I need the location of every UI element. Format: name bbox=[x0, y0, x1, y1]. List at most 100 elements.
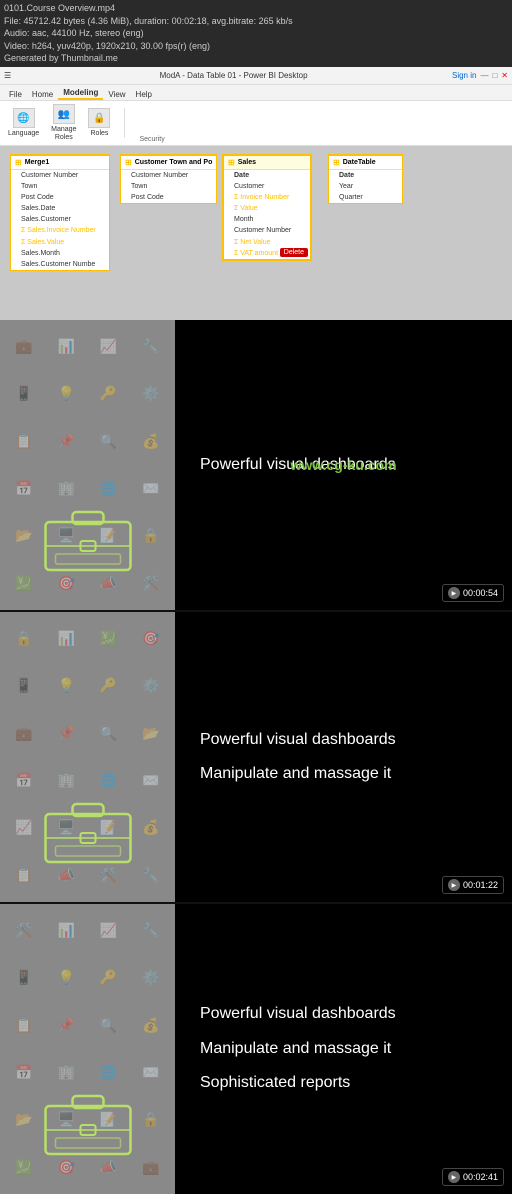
icon-cell: ✉️ bbox=[131, 1050, 171, 1095]
ribbon-tabs: File Home Modeling View Help bbox=[0, 85, 512, 101]
icon-cell: 🔑 bbox=[89, 371, 129, 416]
briefcase-svg bbox=[40, 500, 135, 575]
language-label: Language bbox=[8, 130, 39, 137]
panel-2-text-1: Powerful visual dashboards bbox=[200, 729, 487, 751]
panel-3-text-1: Powerful visual dashboards bbox=[200, 1003, 487, 1025]
table-customer-town: Customer Town and Po Customer Number Tow… bbox=[120, 154, 217, 204]
powerbi-app: ☰ ModA - Data Table 01 - Power BI Deskto… bbox=[0, 67, 512, 320]
icon-cell: 📱 bbox=[4, 371, 44, 416]
icon-cell: ⚙️ bbox=[131, 955, 171, 1000]
icon-cell: 🔑 bbox=[89, 955, 129, 1000]
panel-2-timestamp: ▶ 00:01:22 bbox=[442, 876, 504, 894]
icon-cell: 🔒 bbox=[4, 616, 44, 661]
audio-info: Audio: aac, 44100 Hz, stereo (eng) bbox=[4, 27, 508, 40]
sign-in-link[interactable]: Sign in bbox=[452, 71, 476, 80]
ribbon: 🌐 Language 👥 ManageRoles 🔒 Roles Securit… bbox=[0, 101, 512, 146]
panels-container: 💼 📊 📈 🔧 📱 💡 🔑 ⚙️ 📋 📌 🔍 💰 📅 🏢 🌐 ✉️ 📂 🖥️ � bbox=[0, 320, 512, 1194]
tab-view[interactable]: View bbox=[103, 89, 130, 100]
manage-roles-icon[interactable]: 👥 bbox=[53, 104, 75, 124]
video-codec-info: Video: h264, yuv420p, 1920x210, 30.00 fp… bbox=[4, 40, 508, 53]
table-sales: Sales Date Customer Σ Invoice Number Σ V… bbox=[222, 154, 312, 261]
icon-cell: 🔧 bbox=[131, 853, 171, 898]
panel-3-right: Powerful visual dashboards Manipulate an… bbox=[175, 904, 512, 1194]
video-player: 0101.Course Overview.mp4 File: 45712.42 … bbox=[0, 0, 512, 320]
play-icon-2: ▶ bbox=[448, 879, 460, 891]
panel-3-text-3: Sophisticated reports bbox=[200, 1072, 487, 1094]
icon-cell: 💡 bbox=[46, 663, 86, 708]
close-button[interactable]: ✕ bbox=[501, 71, 508, 80]
app-titlebar: ☰ ModA - Data Table 01 - Power BI Deskto… bbox=[0, 67, 512, 85]
icon-cell: ⚙️ bbox=[131, 371, 171, 416]
tab-help[interactable]: Help bbox=[131, 89, 157, 100]
security-label: Security bbox=[139, 136, 164, 145]
panel-3-timestamp: ▶ 00:02:41 bbox=[442, 1168, 504, 1186]
timestamp-text: 00:00:54 bbox=[463, 588, 498, 598]
panel-1-right: Powerful visual dashboards www.cg-ku.com… bbox=[175, 320, 512, 610]
timestamp-text-2: 00:01:22 bbox=[463, 880, 498, 890]
icon-cell: 🔒 bbox=[131, 1097, 171, 1142]
icon-cell: 📌 bbox=[46, 1003, 86, 1048]
icon-cell: 📌 bbox=[46, 711, 86, 756]
app-menu[interactable]: ☰ bbox=[4, 71, 11, 80]
icon-cell: 📱 bbox=[4, 663, 44, 708]
roles-icon[interactable]: 🔒 bbox=[88, 108, 110, 128]
panel-1-left: 💼 📊 📈 🔧 📱 💡 🔑 ⚙️ 📋 📌 🔍 💰 📅 🏢 🌐 ✉️ 📂 🖥️ � bbox=[0, 320, 175, 610]
icon-cell: 🔍 bbox=[89, 1003, 129, 1048]
panel-2-left: 🔒 📊 💹 🎯 📱 💡 🔑 ⚙️ 💼 📌 🔍 📂 📅 🏢 🌐 ✉️ 📈 🖥️ � bbox=[0, 612, 175, 902]
titlebar-controls: Sign in — □ ✕ bbox=[452, 71, 508, 80]
briefcase-illustration bbox=[40, 500, 135, 580]
icon-cell: 📈 bbox=[89, 908, 129, 953]
icon-cell: 📅 bbox=[4, 466, 44, 511]
maximize-button[interactable]: □ bbox=[492, 71, 497, 80]
delete-button[interactable]: Delete bbox=[280, 248, 308, 257]
play-icon: ▶ bbox=[448, 587, 460, 599]
icon-cell: 💰 bbox=[131, 1003, 171, 1048]
icon-cell: 📊 bbox=[46, 616, 86, 661]
ribbon-group-roles: 🔒 Roles bbox=[88, 108, 110, 137]
icon-cell: 💼 bbox=[4, 324, 44, 369]
icon-cell: 📊 bbox=[46, 324, 86, 369]
icon-cell: 📈 bbox=[4, 805, 44, 850]
icon-cell: 💼 bbox=[131, 1145, 171, 1190]
icon-cell: ⚙️ bbox=[131, 663, 171, 708]
minimize-button[interactable]: — bbox=[480, 71, 488, 80]
timestamp-text-3: 00:02:41 bbox=[463, 1172, 498, 1182]
icon-cell: 💼 bbox=[4, 711, 44, 756]
language-icon[interactable]: 🌐 bbox=[13, 108, 35, 128]
tab-home[interactable]: Home bbox=[27, 89, 58, 100]
icon-cell: 📋 bbox=[4, 419, 44, 464]
icon-cell: 💰 bbox=[131, 805, 171, 850]
icon-cell: 📂 bbox=[4, 513, 44, 558]
file-info: 0101.Course Overview.mp4 bbox=[4, 2, 508, 15]
table-customer-town-header: Customer Town and Po bbox=[121, 156, 216, 170]
icon-cell: ✉️ bbox=[131, 466, 171, 511]
table-date: DateTable Date Year Quarter bbox=[328, 154, 403, 204]
table-merge1: Merge1 Customer Number Town Post Code Sa… bbox=[10, 154, 110, 271]
table-sales-header: Sales bbox=[224, 156, 310, 170]
video-info-bar: 0101.Course Overview.mp4 File: 45712.42 … bbox=[0, 0, 512, 67]
icon-cell: 📋 bbox=[4, 853, 44, 898]
icon-cell: ✉️ bbox=[131, 758, 171, 803]
panel-3: 🛠️ 📊 📈 🔧 📱 💡 🔑 ⚙️ 📋 📌 🔍 💰 📅 🏢 🌐 ✉️ 📂 🖥️ bbox=[0, 904, 512, 1194]
panel-2-right: Powerful visual dashboards Manipulate an… bbox=[175, 612, 512, 902]
manage-roles-label: ManageRoles bbox=[51, 126, 76, 141]
table-date-header: DateTable bbox=[329, 156, 402, 170]
watermark: www.cg-ku.com bbox=[290, 457, 396, 473]
ribbon-group-manage-roles: 👥 ManageRoles bbox=[51, 104, 76, 141]
icon-cell: 💡 bbox=[46, 955, 86, 1000]
panel-2-text-2: Manipulate and massage it bbox=[200, 763, 487, 785]
tab-modeling[interactable]: Modeling bbox=[58, 87, 103, 100]
icon-cell: 🛠️ bbox=[131, 561, 171, 606]
icon-cell: 📈 bbox=[89, 324, 129, 369]
icon-cell: 💹 bbox=[4, 1145, 44, 1190]
icon-cell: 🔑 bbox=[89, 663, 129, 708]
canvas-area: 1 * Merge1 Customer Number Town Post Cod… bbox=[0, 146, 512, 320]
icon-cell: 🔧 bbox=[131, 324, 171, 369]
icon-cell: 💰 bbox=[131, 419, 171, 464]
icon-cell: 💹 bbox=[4, 561, 44, 606]
tab-file[interactable]: File bbox=[4, 89, 27, 100]
icon-cell: 🔍 bbox=[89, 419, 129, 464]
panel-2: 🔒 📊 💹 🎯 📱 💡 🔑 ⚙️ 💼 📌 🔍 📂 📅 🏢 🌐 ✉️ 📈 🖥️ � bbox=[0, 612, 512, 902]
panel-3-text-2: Manipulate and massage it bbox=[200, 1038, 487, 1060]
icon-cell: 🔧 bbox=[131, 908, 171, 953]
